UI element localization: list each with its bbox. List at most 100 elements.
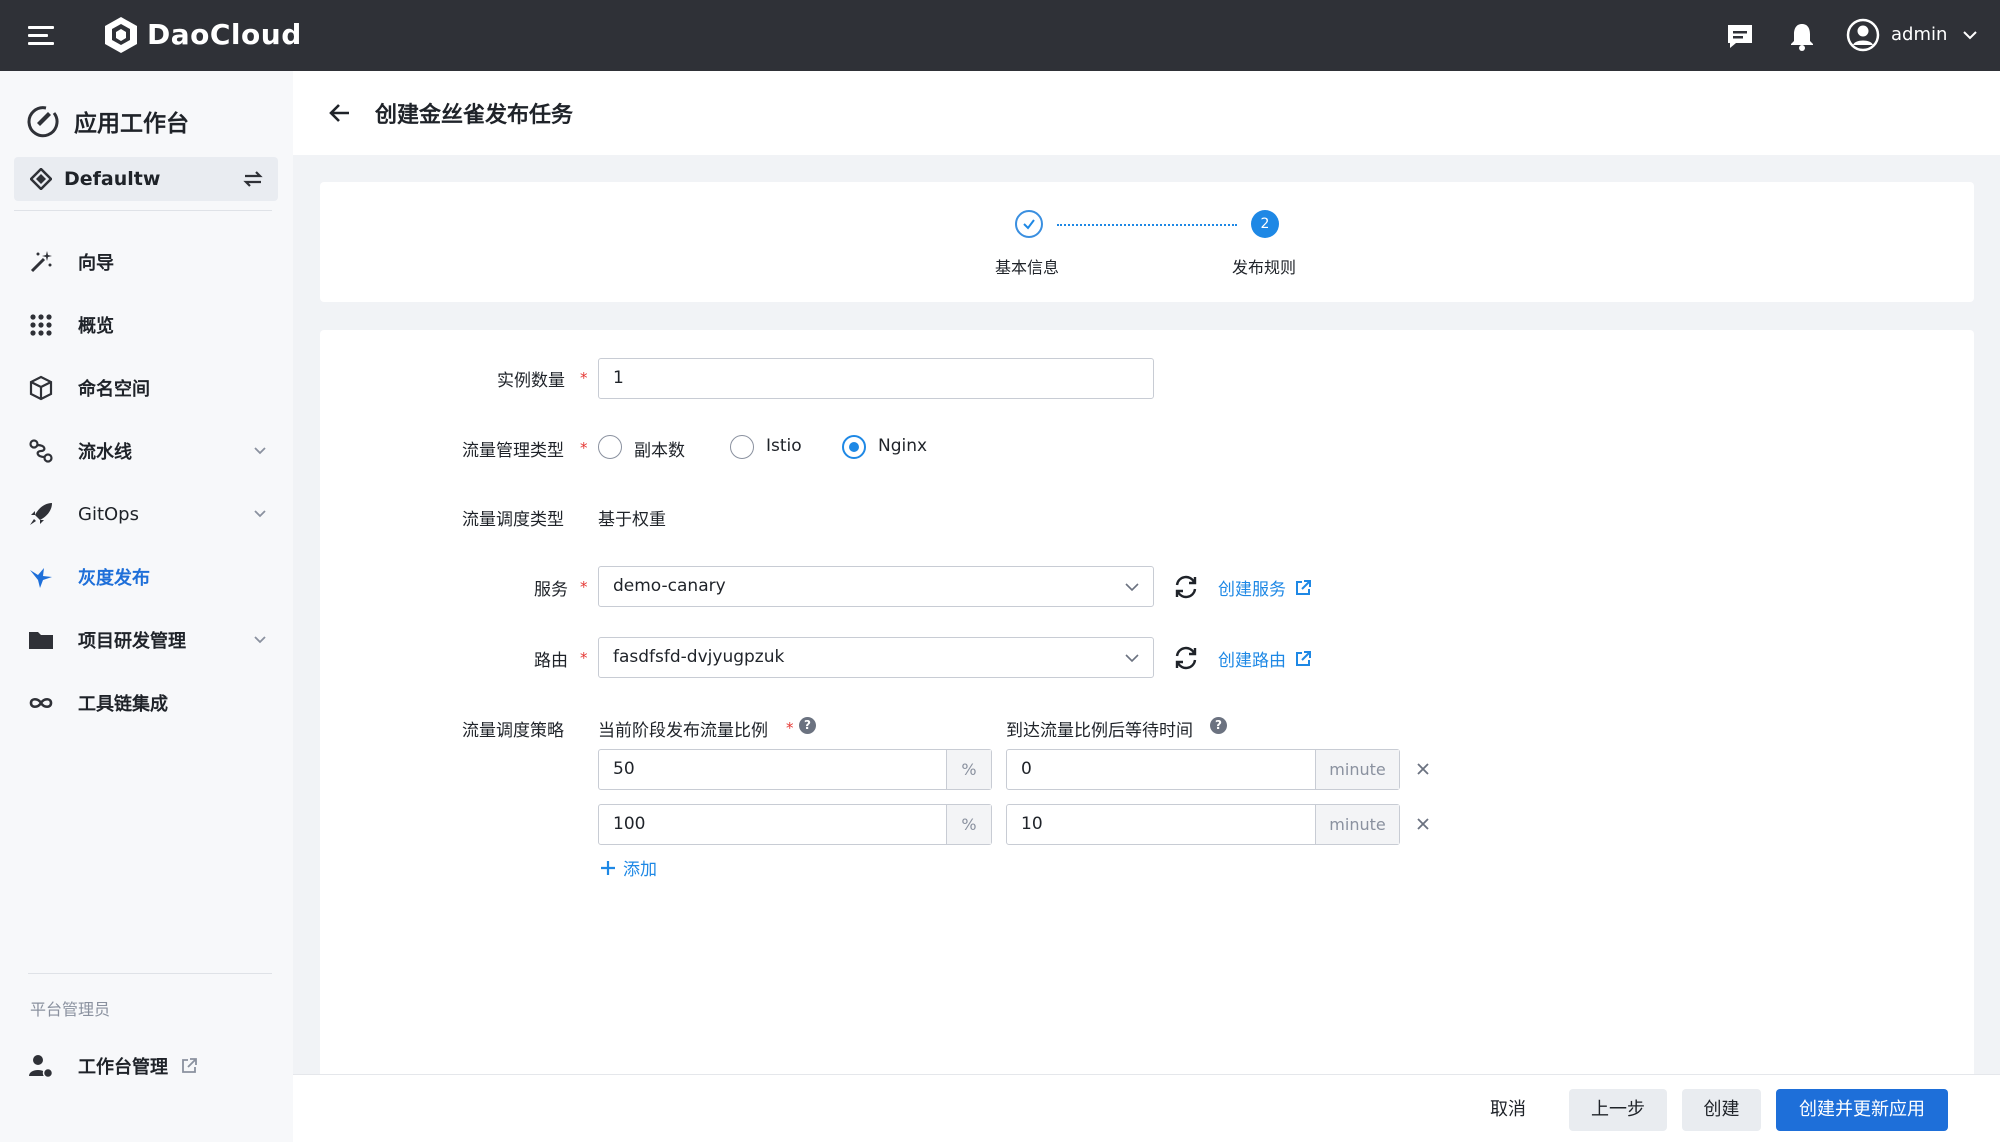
- service-label: 服务: [534, 580, 568, 600]
- help-icon[interactable]: ?: [1210, 717, 1227, 734]
- back-arrow-icon[interactable]: [329, 102, 351, 124]
- daocloud-logo-icon[interactable]: [102, 15, 140, 55]
- chevron-down-icon[interactable]: [253, 507, 267, 521]
- switch-icon[interactable]: [242, 169, 264, 189]
- bell-icon[interactable]: [1786, 20, 1818, 52]
- divider: [28, 973, 272, 974]
- external-link-icon: [182, 1058, 197, 1073]
- sidebar-item-label: 概览: [78, 316, 114, 337]
- create-and-update-button[interactable]: 创建并更新应用: [1776, 1089, 1948, 1131]
- create-route-link[interactable]: 创建路由: [1218, 646, 1312, 671]
- sidebar-item-label: 向导: [78, 253, 114, 274]
- sidebar: 应用工作台 Defaultw 向导 概览 命名空间 流水线 GitOps 灰度发…: [0, 71, 293, 1142]
- steps-card: 2 基本信息 发布规则: [320, 182, 1974, 302]
- chevron-down-icon[interactable]: [253, 633, 267, 647]
- sidebar-item-namespace[interactable]: 命名空间: [0, 361, 293, 415]
- step-completed-indicator: [1015, 210, 1043, 238]
- sidebar-item-label: 流水线: [78, 442, 132, 463]
- chevron-down-icon[interactable]: [253, 444, 267, 458]
- sidebar-item-label: 灰度发布: [78, 568, 150, 589]
- chevron-down-icon: [1125, 654, 1139, 663]
- sidebar-item-canary[interactable]: 灰度发布: [0, 550, 293, 604]
- radio-label: Istio: [766, 436, 802, 456]
- sidebar-item-overview[interactable]: 概览: [0, 298, 293, 352]
- instances-input[interactable]: 1: [598, 358, 1154, 399]
- sidebar-item-guide[interactable]: 向导: [0, 235, 293, 289]
- step-connector: [1057, 224, 1237, 226]
- route-select[interactable]: fasdfsfd-dvjyugpzuk: [598, 637, 1154, 678]
- cancel-button[interactable]: 取消: [1463, 1089, 1553, 1131]
- workspace-name: Defaultw: [64, 168, 161, 190]
- add-row-label: 添加: [623, 860, 657, 880]
- ratio-input[interactable]: 50 %: [598, 749, 992, 790]
- wait-value: 0: [1021, 759, 1032, 779]
- radio-nginx[interactable]: [842, 435, 866, 459]
- sidebar-item-label: 命名空间: [78, 379, 150, 400]
- create-route-text: 创建路由: [1218, 651, 1286, 671]
- workbench-icon: [27, 106, 59, 138]
- ratio-input[interactable]: 100 %: [598, 804, 992, 845]
- ratio-value: 50: [613, 759, 635, 779]
- step-label: 发布规则: [1232, 258, 1297, 277]
- wait-input[interactable]: 0 minute: [1006, 749, 1400, 790]
- sidebar-item-gitops[interactable]: GitOps: [0, 487, 293, 541]
- required-mark: *: [580, 439, 588, 457]
- sidebar-item-label: GitOps: [78, 503, 139, 525]
- wand-icon: [30, 251, 52, 273]
- remove-row-icon[interactable]: [1416, 817, 1430, 831]
- ratio-header: 当前阶段发布流量比例: [598, 721, 768, 741]
- folder-icon: [29, 632, 53, 649]
- workspace-selector[interactable]: Defaultw: [14, 157, 278, 201]
- sidebar-item-toolchain[interactable]: 工具链集成: [0, 676, 293, 730]
- refresh-icon[interactable]: [1173, 574, 1199, 600]
- traffic-type-label: 流量管理类型: [462, 441, 564, 461]
- create-button[interactable]: 创建: [1682, 1089, 1761, 1131]
- sidebar-item-workbench-admin[interactable]: 工作台管理: [0, 1039, 293, 1093]
- workspace-icon: [30, 168, 52, 190]
- external-link-icon: [1296, 579, 1311, 595]
- divider: [14, 210, 272, 211]
- help-icon[interactable]: ?: [799, 717, 816, 734]
- radio-istio[interactable]: [730, 435, 754, 459]
- page-header: 创建金丝雀发布任务: [293, 71, 2000, 155]
- workbench-title: 应用工作台: [24, 101, 189, 141]
- grid-icon: [30, 314, 52, 336]
- sidebar-item-project-management[interactable]: 项目研发管理: [0, 613, 293, 667]
- refresh-icon[interactable]: [1173, 645, 1199, 671]
- service-select-value: demo-canary: [613, 576, 726, 596]
- create-service-link[interactable]: 创建服务: [1218, 575, 1312, 600]
- step-active-indicator: 2: [1251, 210, 1279, 238]
- page-title: 创建金丝雀发布任务: [375, 103, 574, 128]
- workbench-title-text: 应用工作台: [74, 111, 189, 137]
- prev-step-button[interactable]: 上一步: [1569, 1089, 1667, 1131]
- sidebar-item-label: 工作台管理: [78, 1057, 168, 1078]
- create-service-text: 创建服务: [1218, 580, 1286, 600]
- sidebar-item-label: 工具链集成: [78, 694, 168, 715]
- username[interactable]: admin: [1891, 24, 1947, 45]
- infinity-icon: [29, 697, 53, 709]
- radio-replicas[interactable]: [598, 435, 622, 459]
- message-icon[interactable]: [1724, 20, 1756, 52]
- minute-addon: minute: [1315, 750, 1399, 789]
- add-row-button[interactable]: 添加: [600, 855, 657, 880]
- bird-icon: [30, 568, 52, 588]
- wait-input[interactable]: 10 minute: [1006, 804, 1400, 845]
- footer-actions: 取消 上一步 创建 创建并更新应用: [293, 1074, 2000, 1142]
- ratio-value: 100: [613, 814, 646, 834]
- section-label: 平台管理员: [30, 1000, 111, 1019]
- required-mark: *: [580, 578, 588, 596]
- remove-row-icon[interactable]: [1416, 762, 1430, 776]
- brand-name[interactable]: DaoCloud: [147, 18, 302, 51]
- pipeline-icon: [29, 439, 53, 463]
- external-link-icon: [1296, 650, 1311, 666]
- wait-header: 到达流量比例后等待时间: [1006, 721, 1193, 741]
- service-select[interactable]: demo-canary: [598, 566, 1154, 607]
- menu-icon[interactable]: [28, 26, 54, 46]
- route-select-value: fasdfsfd-dvjyugpzuk: [613, 647, 785, 667]
- chevron-down-icon[interactable]: [1962, 28, 1978, 42]
- check-icon: [1023, 219, 1035, 230]
- sidebar-item-pipeline[interactable]: 流水线: [0, 424, 293, 478]
- minute-addon: minute: [1315, 805, 1399, 844]
- user-avatar-icon[interactable]: [1846, 18, 1880, 52]
- sidebar-item-label: 项目研发管理: [78, 631, 186, 652]
